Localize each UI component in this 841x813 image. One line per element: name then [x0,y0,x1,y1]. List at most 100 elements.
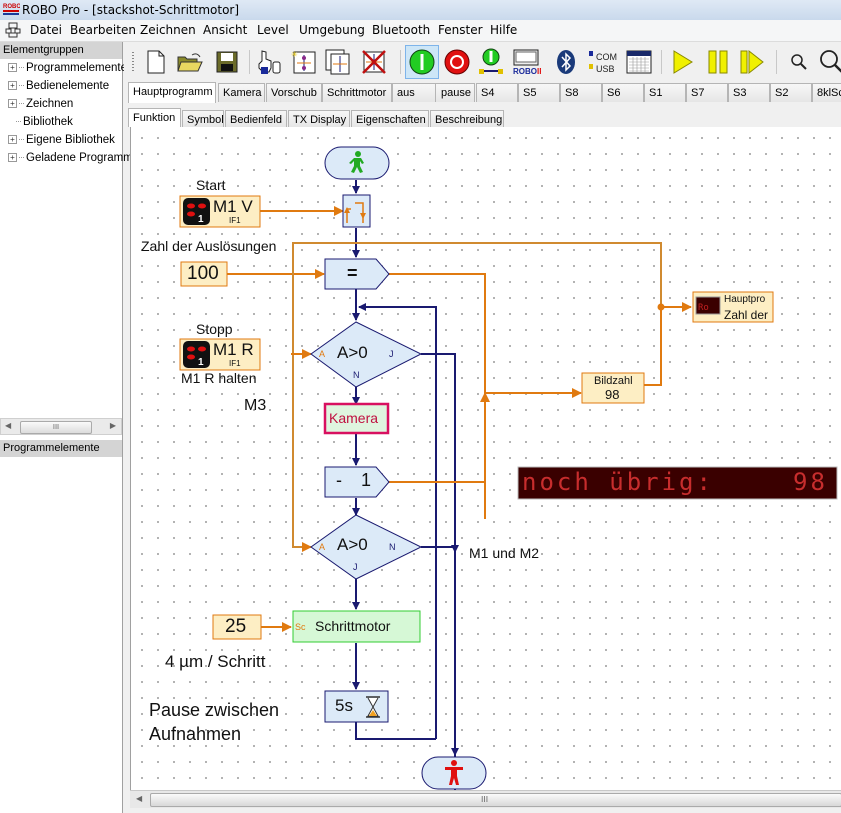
menu-bearbeiten[interactable]: Bearbeiten [70,23,136,37]
tree-item-bibliothek[interactable]: Bibliothek [16,116,73,128]
start-icon [409,49,435,75]
svg-text:✳: ✳ [291,50,298,59]
copy-subprogram-button[interactable] [323,47,353,77]
expand-icon[interactable]: + [8,81,17,91]
m1m2-label: M1 und M2 [469,545,540,561]
tab-pause[interactable]: pause [435,83,475,102]
stepper-port: Sc [295,622,306,632]
led-display-text: noch übrig: [522,468,714,496]
tab-s1[interactable]: S1 [644,83,686,102]
tab-schrittmotor[interactable]: Schrittmotor [322,83,392,102]
tab-s4[interactable]: S4 [476,83,518,102]
zoom-out-button[interactable] [784,47,814,77]
open-button[interactable] [175,47,205,77]
tab-hauptprogramm[interactable]: Hauptprogramm [128,82,216,103]
com-usb-button[interactable]: COM USB [586,47,620,77]
robo-interface-button[interactable]: ROBOIF [511,47,541,77]
tab-s8[interactable]: S8 [560,83,602,102]
menu-fenster[interactable]: Fenster [438,23,483,37]
canvas-horizontal-scrollbar[interactable]: ◀ III [130,790,841,808]
wire-junction [657,303,665,311]
edge-detect-block[interactable] [342,194,371,228]
variable-value: 98 [605,387,620,402]
tab-funktion[interactable]: Funktion [128,108,181,127]
tree-item-geladene-programme[interactable]: + Geladene Programme [8,152,139,164]
tab-8klsc[interactable]: 8klSc [812,83,841,102]
tab-beschreibung[interactable]: Beschreibung [430,110,504,127]
step-button[interactable] [737,47,767,77]
menu-bluetooth[interactable]: Bluetooth [372,23,430,37]
decrement-op: - [336,470,342,490]
tab-bedienfeld[interactable]: Bedienfeld [225,110,287,127]
delete-subprogram-button[interactable] [359,47,389,77]
pause-button[interactable] [703,47,733,77]
stop-input-iface: IF1 [229,359,241,368]
new-file-button[interactable] [141,47,171,77]
scroll-left-icon[interactable]: ◀ [136,794,142,803]
variable-name: Bildzahl [594,375,633,387]
compare1-port-n: N [353,370,360,380]
compare1-port-a: A [319,349,326,359]
stop-button[interactable] [442,47,472,77]
toolbar-grip-icon[interactable] [131,52,135,74]
tab-tx-display[interactable]: TX Display [288,110,350,127]
new-subprogram-button[interactable]: ✳ [289,47,319,77]
zoom-out-icon [791,54,807,70]
end-block[interactable] [421,756,487,790]
app-menu-icon[interactable] [5,22,21,38]
svg-text:USB: USB [596,64,615,74]
menu-hilfe[interactable]: Hilfe [490,23,517,37]
tab-s7[interactable]: S7 [686,83,728,102]
expand-icon[interactable]: + [8,135,17,145]
tree-item-zeichnen[interactable]: + Zeichnen [8,98,73,110]
scrollbar-thumb[interactable]: III [20,421,92,434]
program-canvas[interactable]: Ro 1 1 Start M1 V IF1 Zahl der Auslösung… [130,127,841,790]
tab-aus[interactable]: aus [392,83,436,102]
menu-umgebung[interactable]: Umgebung [299,23,365,37]
tab-kamera[interactable]: Kamera [218,83,265,102]
compare2-text: A>0 [337,535,368,554]
tab-s2[interactable]: S2 [770,83,812,102]
menu-ansicht[interactable]: Ansicht [203,23,247,37]
svg-text:ROBO: ROBO [3,4,20,10]
bluetooth-icon [557,50,575,74]
delete-tool-button[interactable] [255,47,285,77]
scrollbar-thumb[interactable]: III [150,793,841,807]
bluetooth-button[interactable] [551,47,581,77]
start-button[interactable] [405,45,439,79]
left-panel-scrollbar[interactable]: ◀ III ▶ [0,418,122,435]
element-groups-header: Elementgruppen [0,42,122,59]
run-button[interactable] [667,47,697,77]
tree-item-eigene-bibliothek[interactable]: + Eigene Bibliothek [8,134,115,146]
tab-symbol[interactable]: Symbol [182,110,224,127]
assign-operator: = [347,263,358,283]
test-panel-button[interactable] [624,47,654,77]
start-block[interactable] [324,146,390,180]
window-title: ROBO Pro - [stackshot-Schrittmotor] [22,3,240,17]
expand-icon[interactable]: + [8,99,17,109]
menu-level[interactable]: Level [257,23,289,37]
menu-datei[interactable]: Datei [30,23,62,37]
zoom-in-button[interactable] [817,47,841,77]
menu-zeichnen[interactable]: Zeichnen [140,23,196,37]
tab-vorschub[interactable]: Vorschub [266,83,322,102]
program-tabs: Hauptprogramm Kamera Vorschub Schrittmot… [128,82,841,103]
expand-icon[interactable]: + [8,63,17,73]
decrement-block[interactable] [324,466,390,498]
tree-item-bedienelemente[interactable]: + Bedienelemente [8,80,109,92]
save-button[interactable] [212,47,242,77]
stop-icon [444,49,470,75]
tree-item-programmelemente[interactable]: + Programmelemente [8,62,127,74]
start-input-iface: IF1 [229,216,241,225]
tab-eigenschaften[interactable]: Eigenschaften [351,110,429,127]
expand-icon[interactable]: + [8,153,17,163]
tab-s3[interactable]: S3 [728,83,770,102]
tab-s6[interactable]: S6 [602,83,644,102]
download-button[interactable] [476,47,506,77]
tab-s5[interactable]: S5 [518,83,560,102]
pause-icon [708,50,728,74]
menu-bar: Datei Bearbeiten Zeichnen Ansicht Level … [0,20,841,42]
svg-text:COM: COM [596,52,617,62]
start-input-name: M1 V [213,197,253,216]
com-usb-icon: COM USB [589,51,617,74]
